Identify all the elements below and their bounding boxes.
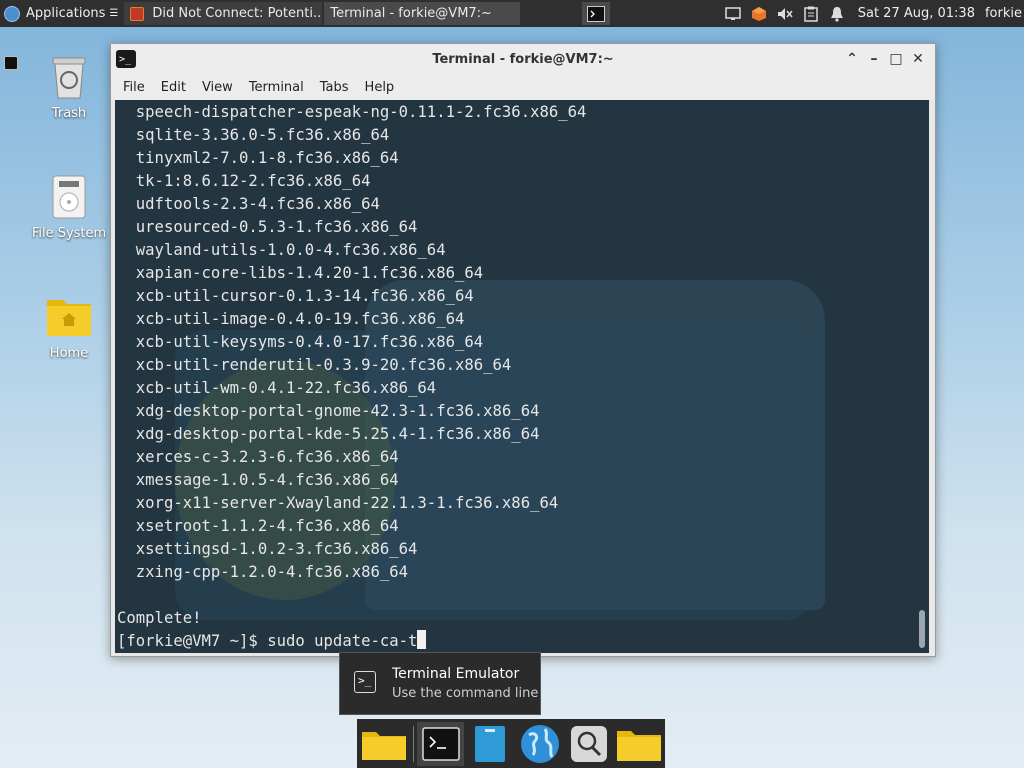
dock-terminal[interactable] [417, 721, 464, 766]
text-cursor [417, 630, 427, 649]
task-terminal[interactable]: Terminal - forkie@VM7:~ [4, 2, 521, 70]
shell-prompt: [forkie@VM7 ~]$ [117, 632, 268, 650]
terminal-output[interactable]: speech-dispatcher-espeak-ng-0.11.1-2.fc3… [115, 100, 929, 653]
desktop-icon-home[interactable]: Home [24, 294, 114, 361]
xfce-logo-icon [4, 5, 20, 22]
dock-search[interactable] [566, 722, 613, 766]
terminal-line: xerces-c-3.2.3-6.fc36.x86_64 [117, 448, 399, 466]
terminal-line: xcb-util-renderutil-0.3.9-20.fc36.x86_64 [117, 356, 512, 374]
package-updates-icon[interactable] [746, 0, 772, 27]
applications-label: Applications [26, 6, 106, 21]
window-controls: ⌃ – □ ✕ [841, 44, 929, 74]
dock-tooltip: >_ Terminal Emulator Use the command lin… [339, 652, 541, 715]
terminal-line: uresourced-0.5.3-1.fc36.x86_64 [117, 218, 418, 236]
applications-chevron-icon: ☰ [109, 8, 119, 19]
folder-icon [362, 731, 407, 760]
terminal-line: xapian-core-libs-1.4.20-1.fc36.x86_64 [117, 264, 484, 282]
terminal-line: xorg-x11-server-Xwayland-22.1.3-1.fc36.x… [117, 494, 559, 512]
tooltip-title: Terminal Emulator [392, 666, 520, 682]
terminal-line: zxing-cpp-1.2.0-4.fc36.x86_64 [117, 563, 409, 581]
top-panel: Applications ☰ Did Not Connect: Potenti.… [0, 0, 1024, 70]
window-titlebar[interactable]: >_ Terminal - forkie@VM7:~ ⌃ – □ ✕ [111, 44, 935, 74]
terminal-line: xcb-util-keysyms-0.4.0-17.fc36.x86_64 [117, 333, 484, 351]
menu-edit[interactable]: Edit [153, 80, 194, 95]
terminal-line: xcb-util-image-0.4.0-19.fc36.x86_64 [117, 310, 465, 328]
menu-view[interactable]: View [194, 80, 241, 95]
terminal-icon: >_ [354, 671, 376, 693]
text-editor-icon [475, 725, 506, 762]
display-icon[interactable] [720, 0, 746, 27]
terminal-icon [587, 5, 605, 22]
clipboard-icon[interactable] [798, 0, 824, 27]
task-firefox[interactable]: Did Not Connect: Potenti... [124, 2, 323, 25]
task-list: Did Not Connect: Potenti... Terminal - f… [4, 0, 522, 70]
task-label: Terminal - forkie@VM7:~ [330, 6, 492, 21]
desktop-icon-label: Trash [51, 106, 87, 121]
folder-icon [616, 730, 661, 761]
dock [357, 719, 665, 768]
minimize-button[interactable]: – [863, 51, 885, 67]
window-title: Terminal - forkie@VM7:~ [432, 51, 614, 67]
terminal-line: tinyxml2-7.0.1-8.fc36.x86_64 [117, 149, 399, 167]
terminal-line: wayland-utils-1.0.0-4.fc36.x86_64 [117, 241, 446, 259]
desktop-icon-file-system[interactable]: File System [24, 174, 114, 241]
applications-menu-button[interactable]: Applications ☰ [0, 0, 122, 27]
menu-bar: File Edit View Terminal Tabs Help [111, 74, 935, 100]
terminal-line: xsettingsd-1.0.2-3.fc36.x86_64 [117, 540, 418, 558]
user-menu[interactable]: forkie [985, 6, 1022, 21]
menu-terminal[interactable]: Terminal [241, 80, 312, 95]
dock-folder[interactable] [615, 722, 662, 766]
drive-icon [51, 174, 87, 220]
maximize-button[interactable]: □ [885, 51, 907, 67]
menu-tabs[interactable]: Tabs [312, 80, 357, 95]
close-button[interactable]: ✕ [907, 51, 929, 67]
desktop-icon-trash[interactable]: Trash [24, 54, 114, 121]
terminal-line: sqlite-3.36.0-5.fc36.x86_64 [117, 126, 390, 144]
terminal-text: speech-dispatcher-espeak-ng-0.11.1-2.fc3… [115, 100, 929, 653]
terminal-line: xsetroot-1.1.2-4.fc36.x86_64 [117, 517, 399, 535]
dock-text-editor[interactable] [467, 722, 514, 766]
system-tray: Sat 27 Aug, 01:38 forkie [720, 0, 1024, 27]
terminal-line: tk-1:8.6.12-2.fc36.x86_64 [117, 172, 371, 190]
dock-files[interactable] [361, 722, 408, 766]
terminal-line: xdg-desktop-portal-kde-5.25.4-1.fc36.x86… [117, 425, 540, 443]
volume-muted-icon[interactable] [772, 0, 798, 27]
globe-icon [520, 724, 559, 763]
terminal-scrollbar[interactable] [919, 610, 925, 648]
terminal-line: udftools-2.3-4.fc36.x86_64 [117, 195, 380, 213]
search-icon [571, 725, 608, 762]
notifications-bell-icon[interactable] [824, 0, 850, 27]
desktop-icon-label: Home [49, 346, 89, 361]
terminal-icon[interactable]: >_ [116, 50, 136, 68]
task-label: Did Not Connect: Potenti... [152, 6, 323, 21]
terminal-line: xdg-desktop-portal-gnome-42.3-1.fc36.x86… [117, 402, 540, 420]
terminal-line: xcb-util-cursor-0.1.3-14.fc36.x86_64 [117, 287, 474, 305]
dock-web-browser[interactable] [516, 722, 563, 766]
command-input[interactable]: sudo update-ca-t [267, 632, 417, 650]
show-desktop-button[interactable] [582, 2, 610, 25]
terminal-icon [421, 726, 460, 761]
clock[interactable]: Sat 27 Aug, 01:38 [858, 6, 975, 21]
tooltip-subtitle: Use the command line [392, 686, 539, 701]
menu-help[interactable]: Help [357, 80, 403, 95]
menu-file[interactable]: File [115, 80, 153, 95]
terminal-line: speech-dispatcher-espeak-ng-0.11.1-2.fc3… [117, 103, 587, 121]
firefox-icon [130, 6, 145, 21]
terminal-line: Complete! [117, 609, 202, 627]
terminal-line: xmessage-1.0.5-4.fc36.x86_64 [117, 471, 399, 489]
terminal-window: >_ Terminal - forkie@VM7:~ ⌃ – □ ✕ File … [110, 43, 936, 657]
trash-icon [49, 54, 89, 100]
shade-button[interactable]: ⌃ [841, 51, 863, 67]
home-folder-icon [45, 294, 93, 340]
terminal-line: xcb-util-wm-0.4.1-22.fc36.x86_64 [117, 379, 437, 397]
desktop-icon-label: File System [31, 226, 107, 241]
